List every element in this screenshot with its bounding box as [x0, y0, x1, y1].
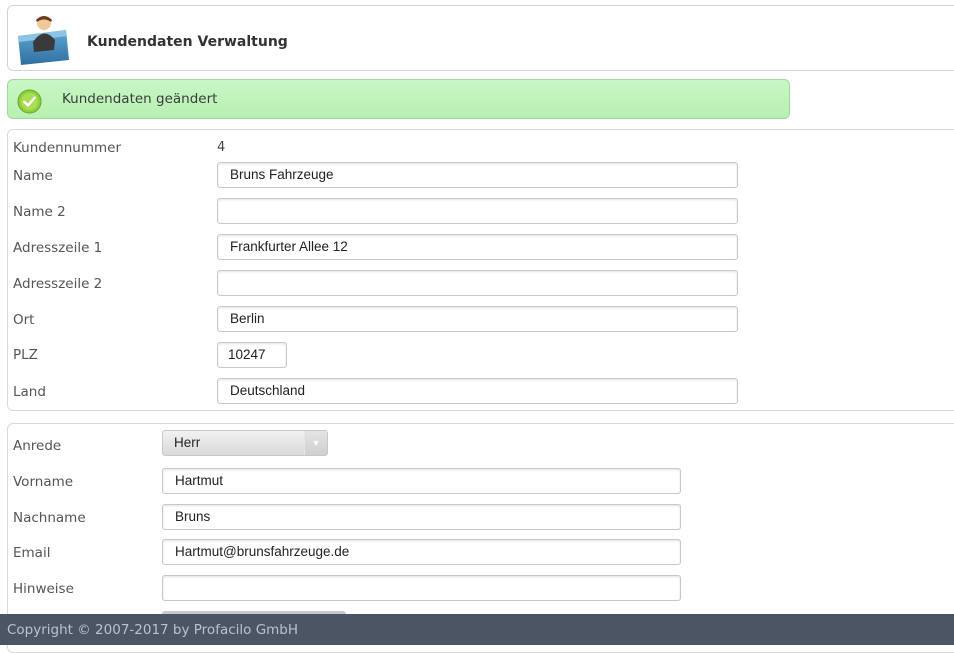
chevron-down-icon[interactable]: ▼ — [304, 431, 327, 455]
plz-label: PLZ — [13, 347, 38, 363]
email-field[interactable]: Hartmut@brunsfahrzeuge.de — [162, 539, 681, 565]
ort-label: Ort — [13, 312, 35, 328]
kundennummer-label: Kundennummer — [13, 140, 121, 156]
adresse1-label: Adresszeile 1 — [13, 240, 103, 256]
name-label: Name — [13, 168, 53, 184]
hinweise-field[interactable] — [162, 575, 681, 601]
check-circle-icon — [17, 89, 42, 114]
hinweise-label: Hinweise — [13, 581, 74, 597]
name-field[interactable]: Bruns Fahrzeuge — [217, 162, 738, 188]
adresse1-field[interactable]: Frankfurter Allee 12 — [217, 234, 738, 260]
land-label: Land — [13, 384, 46, 400]
page-title: Kundendaten Verwaltung — [87, 34, 288, 50]
vorname-label: Vorname — [13, 474, 74, 490]
success-message: Kundendaten geändert — [62, 91, 218, 107]
customer-folder-icon — [18, 16, 69, 65]
anrede-selected-value: Herr — [174, 435, 201, 450]
page-header: Kundendaten Verwaltung — [7, 5, 954, 71]
success-notice: Kundendaten geändert — [7, 79, 790, 119]
kundennummer-value: 4 — [217, 140, 226, 155]
name2-field[interactable] — [217, 198, 738, 224]
copyright-text: Copyright © 2007-2017 by Profacilo GmbH — [7, 622, 299, 638]
plz-field[interactable]: 10247 — [217, 342, 287, 368]
name2-label: Name 2 — [13, 204, 66, 220]
anrede-select[interactable]: Herr ▼ — [162, 430, 328, 456]
land-field[interactable]: Deutschland — [217, 378, 738, 404]
page-footer: Copyright © 2007-2017 by Profacilo GmbH — [0, 614, 954, 645]
nachname-field[interactable]: Bruns — [162, 504, 681, 530]
email-label: Email — [13, 545, 51, 561]
adresse2-label: Adresszeile 2 — [13, 276, 103, 292]
adresse2-field[interactable] — [217, 270, 738, 296]
anrede-label: Anrede — [13, 438, 62, 454]
ort-field[interactable]: Berlin — [217, 306, 738, 332]
vorname-field[interactable]: Hartmut — [162, 468, 681, 494]
nachname-label: Nachname — [13, 510, 86, 526]
